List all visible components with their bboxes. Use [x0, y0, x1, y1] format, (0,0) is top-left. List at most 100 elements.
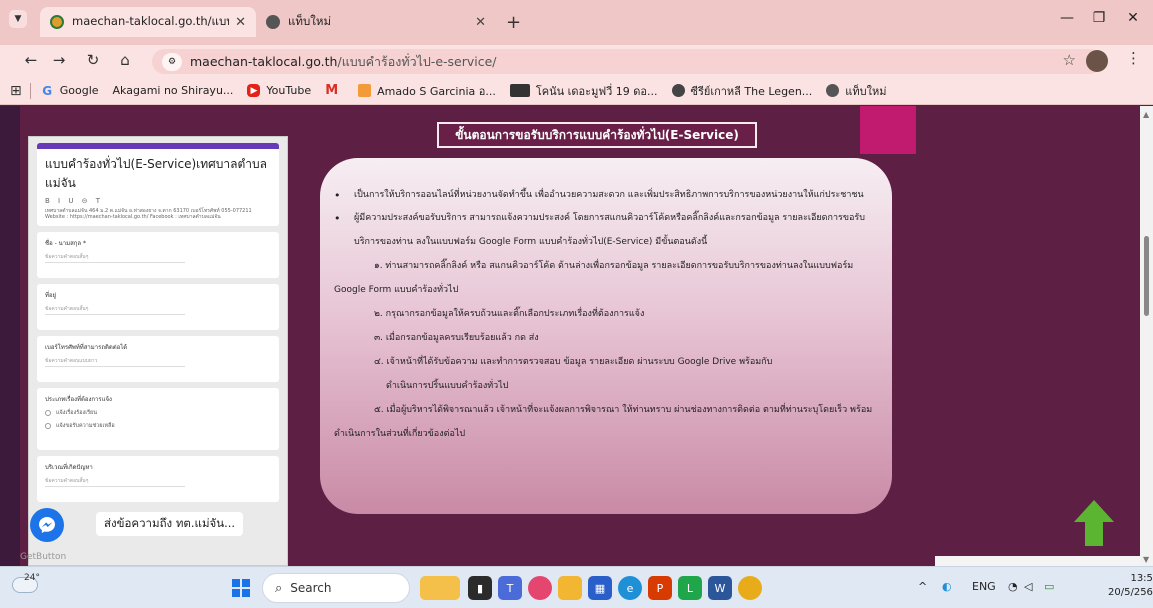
language-indicator[interactable]: ENG: [972, 580, 996, 593]
messenger-label[interactable]: ส่งข้อความถึง ทต.แม่จัน...: [96, 512, 244, 536]
close-icon[interactable]: ✕: [235, 15, 246, 30]
scroll-thumb[interactable]: [1144, 236, 1149, 316]
tray-chevron-icon[interactable]: ^: [918, 580, 927, 593]
battery-icon[interactable]: ▭: [1044, 580, 1054, 593]
taskbar-search[interactable]: ⌕ Search: [262, 573, 410, 603]
back-button[interactable]: ←: [20, 51, 42, 69]
form-question: ประเภทเรื่องที่ต้องการแจ้ง: [45, 396, 112, 403]
newtab-favicon-icon: [266, 15, 280, 29]
tab-title: แท็บใหม่: [288, 14, 332, 28]
scroll-to-top-icon[interactable]: [1072, 498, 1116, 548]
text-line: Google Form แบบคำร้องทั่วไป: [334, 285, 459, 295]
radio-icon: [45, 423, 51, 429]
forward-button[interactable]: →: [48, 51, 70, 69]
edge-icon[interactable]: e: [618, 576, 642, 600]
chrome-icon[interactable]: [738, 576, 762, 600]
file-explorer-icon[interactable]: [558, 576, 582, 600]
form-toolbar: B I U ⊝ T: [45, 197, 104, 205]
form-question: เบอร์โทรศัพท์ที่สามารถติดต่อได้: [45, 344, 128, 351]
volume-icon[interactable]: ◁: [1024, 580, 1032, 593]
bookmark-conan[interactable]: โคนัน เดอะมูฟวี่ 19 ดอ...: [509, 82, 658, 100]
word-icon[interactable]: W: [708, 576, 732, 600]
bookmark-star-icon[interactable]: ☆: [1063, 51, 1076, 69]
tab-maechan[interactable]: maechan-taklocal.go.th/แบบคำร้อ ✕: [40, 7, 256, 37]
bookmark-series[interactable]: ซีรีย์เกาหลี The Legen...: [671, 82, 812, 100]
widget-icon[interactable]: [420, 576, 460, 600]
movie-icon: [509, 84, 530, 97]
taskbar: 24° ⌕ Search ▮ T ▦ e P L W ^ ◐ ENG ◔ ◁ ▭…: [0, 566, 1153, 608]
bookmark-akagami[interactable]: Akagami no Shirayu...: [113, 84, 234, 97]
home-button[interactable]: ⌂: [114, 51, 136, 69]
form-question-card: ประเภทเรื่องที่ต้องการแจ้ง แจ้งเรื่องร้อ…: [37, 388, 279, 450]
close-window-button[interactable]: ✕: [1118, 10, 1148, 26]
page-left-band: [0, 106, 20, 566]
address-bar[interactable]: ⚙ maechan-taklocal.go.th/แบบคำร้องทั่วไป…: [152, 49, 1102, 74]
tab-search-button[interactable]: ▼: [9, 10, 27, 28]
bullet-item: • ผู้มีความประสงค์ขอรับบริการ สามารถแจ้ง…: [334, 207, 876, 230]
google-form-preview: แบบคำร้องทั่วไป(E-Service)เทศบาลตำบลแม่จ…: [28, 136, 288, 566]
section-heading: ขั้นตอนการขอรับบริการแบบคำร้องทั่วไป(E-S…: [437, 122, 757, 148]
bookmark-gmail[interactable]: M: [325, 83, 344, 98]
form-desc-line: Website : https://maechan-taklocal.go.th…: [45, 214, 221, 220]
bookmark-youtube[interactable]: ▶ YouTube: [247, 84, 311, 97]
copilot-icon[interactable]: [528, 576, 552, 600]
system-clock[interactable]: 13:59 20/5/2569: [1108, 572, 1153, 600]
form-question-card: เบอร์โทรศัพท์ที่สามารถติดต่อได้ ข้อความค…: [37, 336, 279, 382]
youtube-icon: ▶: [247, 84, 261, 97]
scroll-down-icon[interactable]: ▼: [1143, 555, 1149, 564]
bookmark-amado[interactable]: Amado S Garcinia อ...: [358, 82, 496, 100]
store-icon[interactable]: ▦: [588, 576, 612, 600]
profile-avatar[interactable]: [1086, 50, 1108, 72]
new-tab-button[interactable]: +: [506, 12, 521, 33]
form-question-card: ที่อยู่ ข้อความคำตอบสั้นๆ: [37, 284, 279, 330]
tab-strip: ▼ maechan-taklocal.go.th/แบบคำร้อ ✕ แท็บ…: [0, 0, 1153, 45]
text-line: บริการของท่าน ลงในแบบฟอร์ม Google Form แ…: [354, 237, 708, 247]
text-line: ดำเนินการปริ้นแบบคำร้องทั่วไป: [386, 381, 509, 391]
getbutton-credit[interactable]: GetButton: [20, 552, 66, 562]
site-info-icon[interactable]: ⚙: [162, 52, 182, 71]
teams-icon[interactable]: T: [498, 576, 522, 600]
office-icon[interactable]: P: [648, 576, 672, 600]
tab-title: maechan-taklocal.go.th/แบบคำร้อ: [72, 14, 229, 28]
windows-start-icon[interactable]: [232, 579, 250, 597]
weather-temp: 24°: [24, 573, 40, 583]
section-heading-text: ขั้นตอนการขอรับบริการแบบคำร้องทั่วไป(E-S…: [455, 127, 739, 142]
scroll-up-icon[interactable]: ▲: [1143, 110, 1149, 119]
wifi-icon[interactable]: ◔: [1008, 580, 1018, 593]
step-1: ๑. ท่านสามารถคลิ๊กลิงค์ หรือ สแกนคิวอาร์…: [374, 261, 854, 271]
form-answer: ข้อความคำตอบสั้นๆ: [45, 477, 185, 487]
bookmarks-bar: ⊞ G Google Akagami no Shirayu... ▶ YouTube…: [0, 77, 1153, 105]
page-scrollbar[interactable]: ▲ ▼: [1140, 106, 1153, 566]
bookmark-google[interactable]: G Google: [41, 84, 98, 98]
task-view-icon[interactable]: ▮: [468, 576, 492, 600]
form-question-card: ชื่อ - นามสกุล * ข้อความคำตอบสั้นๆ: [37, 232, 279, 278]
tab-new[interactable]: แท็บใหม่ ✕: [256, 7, 496, 37]
globe-icon: [671, 84, 685, 97]
bookmark-newtab[interactable]: แท็บใหม่: [826, 82, 887, 100]
step-4: ๔. เจ้าหน้าที่ได้รับข้อความ และทำการตรวจ…: [374, 357, 773, 367]
newtab-icon: [826, 84, 840, 97]
restore-button[interactable]: ❐: [1084, 10, 1114, 26]
page-content: แบบคำร้องทั่วไป(E-Service)เทศบาลตำบลแม่จ…: [0, 106, 1140, 566]
menu-icon[interactable]: ⋮: [1126, 49, 1141, 67]
browser-toolbar: ← → ↻ ⌂ ⚙ maechan-taklocal.go.th/แบบคำร้…: [0, 45, 1153, 77]
radio-icon: [45, 410, 51, 416]
form-question: ชื่อ - นามสกุล *: [45, 240, 86, 247]
reload-button[interactable]: ↻: [82, 51, 104, 69]
form-answer: ข้อความคำตอบสั้นๆ: [45, 253, 185, 263]
pink-accent-block: [860, 106, 916, 154]
form-question-card: บริเวณที่เกิดปัญหา ข้อความคำตอบสั้นๆ: [37, 456, 279, 502]
search-icon: ⌕: [275, 580, 283, 596]
gmail-icon: M: [325, 83, 339, 98]
minimize-button[interactable]: —: [1052, 10, 1082, 26]
procedure-card: • เป็นการให้บริการออนไลน์ที่หน่วยงานจัดท…: [320, 158, 892, 514]
apps-grid-icon[interactable]: ⊞: [10, 83, 22, 99]
line-icon[interactable]: L: [678, 576, 702, 600]
edge-tray-icon[interactable]: ◐: [942, 580, 952, 593]
form-header-card: แบบคำร้องทั่วไป(E-Service)เทศบาลตำบลแม่จ…: [37, 143, 279, 226]
step-2: ๒. กรุณากรอกข้อมูลให้ครบถ้วนและติ๊กเลือก…: [374, 309, 645, 319]
close-icon[interactable]: ✕: [475, 15, 486, 30]
text-line: ดำเนินการในส่วนที่เกี่ยวข้องต่อไป: [334, 429, 466, 439]
step-3: ๓. เมื่อกรอกข้อมูลครบเรียบร้อยแล้ว กด ส่…: [374, 333, 539, 343]
messenger-icon[interactable]: [30, 508, 64, 542]
